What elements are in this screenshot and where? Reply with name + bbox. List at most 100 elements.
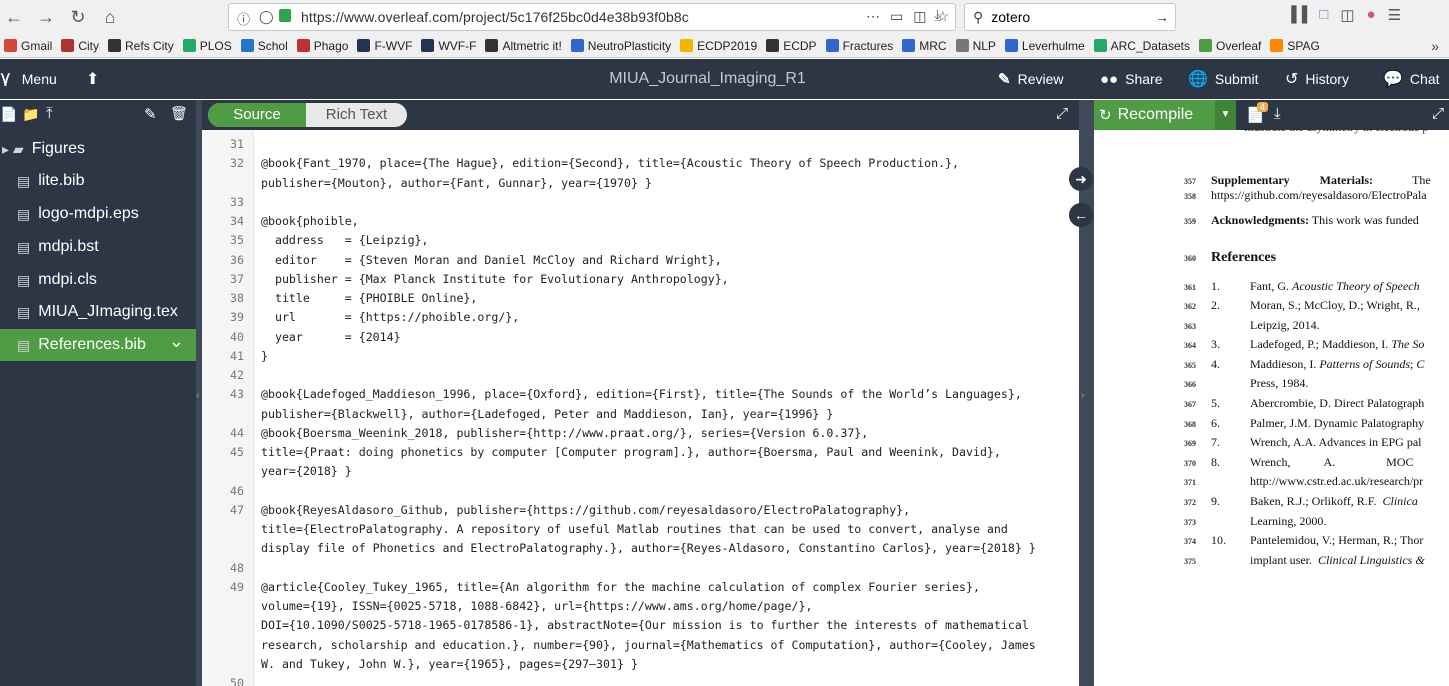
line-number: 39 bbox=[230, 310, 244, 325]
bookmark-icon bbox=[766, 39, 780, 52]
bookmark-item[interactable]: NeutroPlasticity bbox=[570, 38, 672, 53]
line-number: 38 bbox=[230, 291, 244, 305]
address-bar[interactable]: ⓘ ◯ https://www.overleaf.com/project/5c1… bbox=[228, 3, 956, 31]
overflow-menu-icon[interactable]: ☰ bbox=[1388, 6, 1401, 24]
new-file-icon[interactable]: 📄 bbox=[0, 106, 17, 123]
bookmarks-overflow-icon[interactable]: » bbox=[1431, 38, 1439, 54]
file-tree-item[interactable]: ▤ lite.bib bbox=[0, 165, 196, 197]
bookmark-icon bbox=[485, 39, 499, 52]
file-tree-item[interactable]: ▸ ▰ Figures bbox=[0, 133, 196, 165]
rich-text-mode-button[interactable]: Rich Text bbox=[306, 103, 407, 127]
file-name: logo-mdpi.eps bbox=[38, 205, 139, 222]
bookmark-icon bbox=[61, 39, 75, 52]
more-icon[interactable]: ⋯ bbox=[866, 8, 880, 25]
users-icon: ●● bbox=[1100, 70, 1119, 88]
download-icon[interactable]: ⤓ bbox=[934, 7, 941, 24]
bookmark-item[interactable]: Phago bbox=[296, 39, 348, 53]
bookmark-item[interactable]: Gmail bbox=[4, 39, 52, 53]
expand-editor-icon[interactable]: ⤢ bbox=[1056, 105, 1068, 122]
file-name: mdpi.bst bbox=[38, 238, 99, 255]
file-tree-item[interactable]: ▤ mdpi.cls bbox=[0, 264, 196, 296]
file-name: References.bib bbox=[38, 336, 146, 353]
search-go-icon[interactable]: → bbox=[1155, 9, 1169, 25]
pdf-line-number: 357 bbox=[1184, 177, 1196, 186]
bookmark-item[interactable]: WVF-F bbox=[421, 39, 476, 53]
new-folder-icon[interactable]: 📁 bbox=[22, 106, 39, 123]
pdf-text-line: 6. Palmer, J.M. Dynamic Palatography bbox=[1211, 416, 1425, 430]
bookmark-item[interactable]: ARC_Datasets bbox=[1093, 38, 1190, 53]
shield-icon[interactable]: ◯ bbox=[259, 9, 274, 25]
pdf-line-number: 369 bbox=[1184, 439, 1196, 448]
pdf-text-line: 7. Wrench, A.A. Advances in EPG pal bbox=[1211, 435, 1422, 449]
code-line: title={Praat: doing phonetics by compute… bbox=[261, 445, 1001, 459]
reader-icon[interactable]: □ bbox=[1319, 6, 1328, 24]
sync-to-pdf-icon[interactable]: ➜ bbox=[1069, 167, 1093, 191]
bookmark-item[interactable]: SPAG bbox=[1270, 39, 1320, 53]
home-icon[interactable]: ⌂ bbox=[96, 3, 124, 31]
bookmark-item[interactable]: PLOS bbox=[182, 39, 232, 53]
file-menu-chevron-icon[interactable]: ⌄ bbox=[169, 331, 184, 352]
back-icon[interactable]: ← bbox=[0, 3, 28, 31]
bookmark-item[interactable]: Overleaf bbox=[1199, 39, 1261, 53]
recompile-button[interactable]: ↻ Recompile ▼ bbox=[1085, 100, 1236, 130]
reload-icon[interactable]: ↻ bbox=[64, 3, 92, 31]
bookmark-item[interactable]: MRC bbox=[902, 39, 947, 53]
file-tree-item[interactable]: ▤ mdpi.bst bbox=[0, 231, 196, 263]
expand-pdf-icon[interactable]: ⤢ bbox=[1432, 105, 1444, 122]
bookmark-icon bbox=[182, 39, 196, 52]
bookmark-item[interactable]: NLP bbox=[955, 39, 996, 53]
code-line: display file of Phonetics and ElectroPal… bbox=[261, 541, 1036, 556]
bookmark-icon bbox=[1093, 39, 1107, 52]
pdf-text-line: 5. Abercrombie, D. Direct Palatograph bbox=[1211, 396, 1425, 410]
file-tree-item[interactable]: ▤ MIUA_JImaging.tex bbox=[0, 296, 196, 328]
code-line: editor = {Steven Moran and Daniel McCloy… bbox=[261, 252, 722, 267]
file-tree-item[interactable]: ▤ logo-mdpi.eps bbox=[0, 198, 196, 230]
delete-trash-icon[interactable]: 🗑 bbox=[170, 105, 188, 122]
chat-button[interactable]: 💬 Chat bbox=[1383, 59, 1440, 99]
source-mode-button[interactable]: Source bbox=[208, 103, 306, 127]
file-tree-item[interactable]: ▤ References.bib ⌄ bbox=[0, 329, 196, 361]
share-button[interactable]: ●● Share bbox=[1100, 59, 1162, 99]
bookmark-label: Altmetric it! bbox=[502, 38, 562, 53]
bookmark-item[interactable]: ECDP bbox=[766, 39, 817, 53]
bookmark-item[interactable]: Leverhulme bbox=[1004, 39, 1085, 53]
extension-icon[interactable]: ● bbox=[1367, 6, 1376, 24]
browser-tool-icons: ▐▐ □ ◫ ● ☰ bbox=[1286, 6, 1401, 24]
editor-mode-toggle[interactable]: Source Rich Text bbox=[208, 103, 407, 127]
bookmark-item[interactable]: Schol bbox=[240, 39, 288, 53]
search-bar[interactable]: ⚲ zotero → bbox=[964, 3, 1176, 31]
bookmark-item[interactable]: ECDP2019 bbox=[680, 39, 757, 53]
pdf-line-number: 358 bbox=[1184, 192, 1196, 201]
sync-to-code-icon[interactable]: ← bbox=[1069, 203, 1093, 227]
bookmark-label: ARC_Datasets bbox=[1110, 38, 1190, 53]
line-number: 44 bbox=[230, 425, 244, 440]
recompile-options-caret-icon[interactable]: ▼ bbox=[1215, 100, 1236, 130]
bookmark-label: NeutroPlasticity bbox=[587, 38, 672, 53]
pocket-icon[interactable]: ▭ bbox=[890, 8, 903, 25]
line-number: 43 bbox=[230, 387, 244, 402]
history-button[interactable]: ↺ History bbox=[1285, 59, 1349, 99]
code-line: title = {PHOIBLE Online}, bbox=[261, 291, 478, 305]
forward-icon[interactable]: → bbox=[32, 3, 60, 31]
line-number: 47 bbox=[230, 502, 244, 517]
line-number: 33 bbox=[230, 194, 244, 209]
bookmark-label: Refs City bbox=[125, 38, 174, 53]
bookmark-item[interactable]: Fractures bbox=[825, 39, 893, 53]
bookmark-label: Gmail bbox=[21, 38, 53, 53]
library-icon[interactable]: ▐▐ bbox=[1286, 6, 1307, 24]
bookmark-item[interactable]: City bbox=[61, 39, 99, 53]
submit-button[interactable]: 🌐 Submit bbox=[1188, 59, 1259, 99]
pdf-text-line: 1. Fant, G. Acoustic Theory of Speech bbox=[1211, 279, 1420, 293]
screenshot-icon[interactable]: ◫ bbox=[913, 8, 926, 25]
bookmark-item[interactable]: Altmetric it! bbox=[485, 38, 562, 53]
pdf-line-number: 368 bbox=[1184, 420, 1196, 429]
bookmark-item[interactable]: F-WVF bbox=[357, 39, 412, 53]
review-button[interactable]: ✎ Review bbox=[998, 59, 1063, 99]
bookmark-icon bbox=[955, 39, 969, 52]
code-line: @book{Boersma_Weenink_2018, publisher={h… bbox=[261, 425, 869, 440]
rename-pencil-icon[interactable]: ✎ bbox=[144, 105, 157, 123]
info-icon[interactable]: ⓘ bbox=[237, 9, 250, 28]
sidebar-icon[interactable]: ◫ bbox=[1340, 6, 1354, 24]
bookmark-item[interactable]: Refs City bbox=[108, 39, 174, 53]
upload-icon[interactable]: ⤒ bbox=[46, 105, 53, 122]
